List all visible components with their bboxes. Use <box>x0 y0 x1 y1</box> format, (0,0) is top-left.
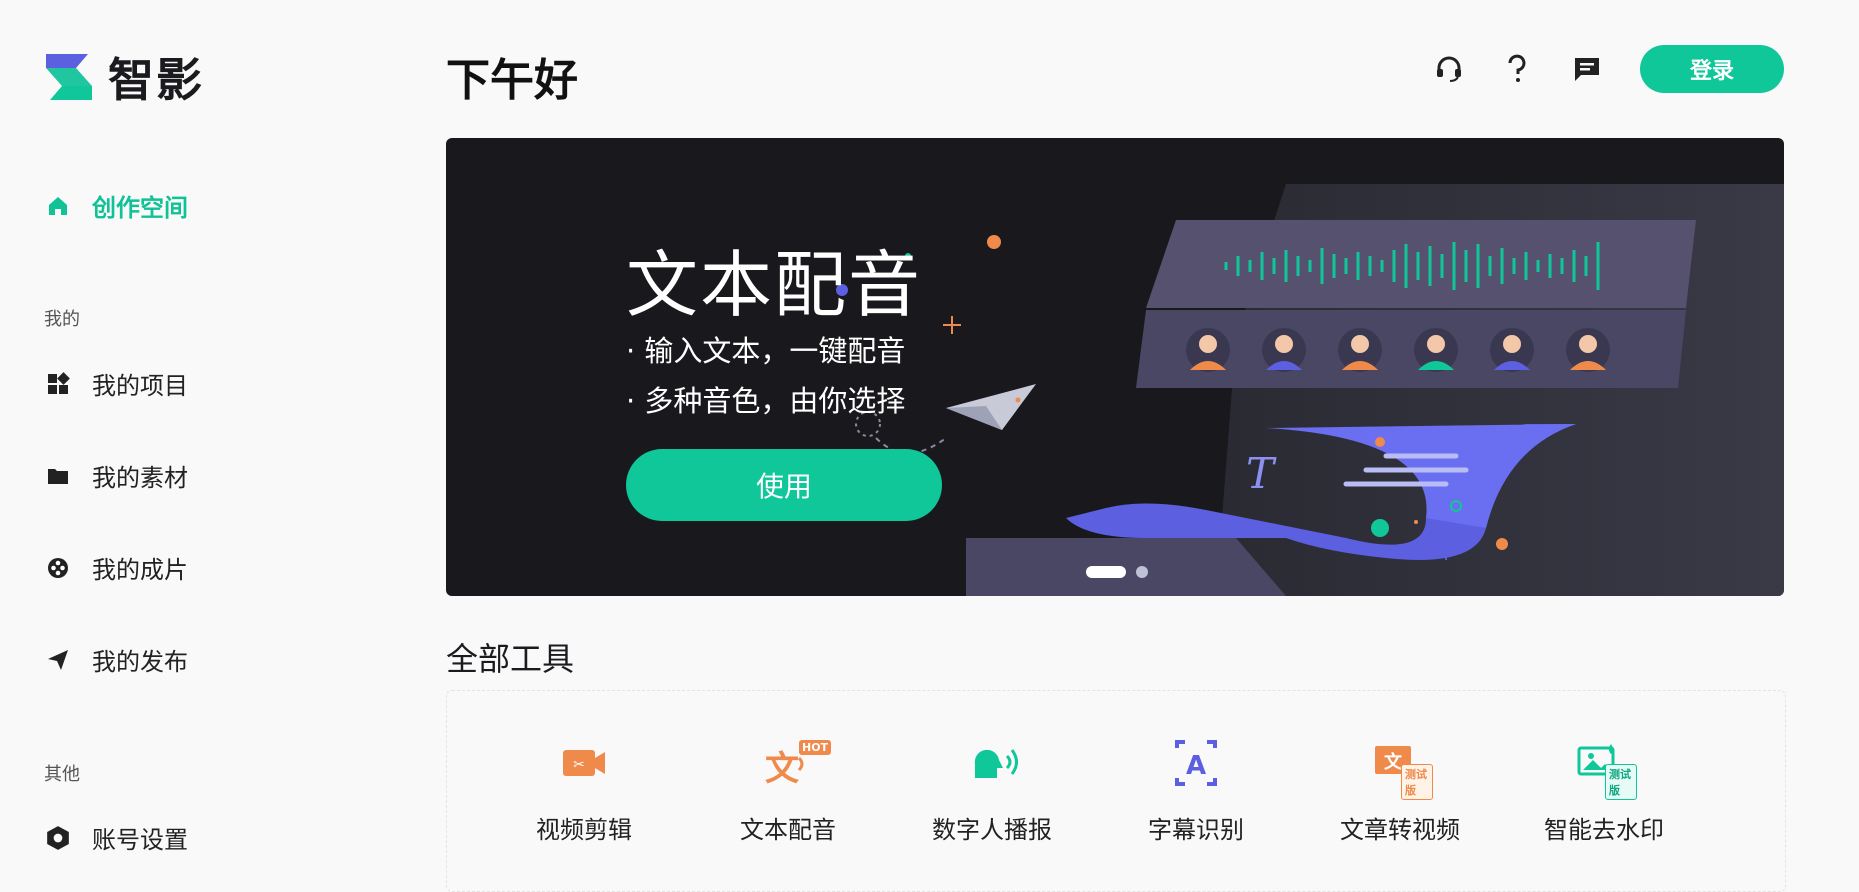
text-voice-icon: 文 HOT <box>755 738 832 790</box>
login-button[interactable]: 登录 <box>1640 45 1784 93</box>
headset-icon[interactable] <box>1432 52 1466 86</box>
sidebar-item-my-videos[interactable]: 我的成片 <box>44 550 188 585</box>
home-icon <box>44 192 72 220</box>
svg-text:A: A <box>1186 751 1206 781</box>
sidebar-item-label: 我的成片 <box>92 556 188 584</box>
tool-remove-watermark[interactable]: 测试版 智能去水印 <box>1504 738 1704 845</box>
tools-section-title: 全部工具 <box>446 640 575 678</box>
film-reel-icon <box>44 554 72 582</box>
sidebar-item-label: 我的项目 <box>92 372 188 400</box>
tool-video-edit[interactable]: ✂ 视频剪辑 <box>484 738 684 845</box>
help-icon[interactable] <box>1500 52 1534 86</box>
tool-label: 文章转视频 <box>1340 816 1460 844</box>
send-icon <box>44 646 72 674</box>
app-name: 智影 <box>108 53 204 107</box>
beta-badge: 测试版 <box>1401 764 1433 800</box>
tool-subtitle-recognize[interactable]: A 字幕识别 <box>1096 738 1296 845</box>
subtitle-recognize-icon: A <box>1163 738 1229 790</box>
promo-banner[interactable]: T 文本配音 · 输入文本，一键配音 · 多种音色，由你选择 使用 <box>446 138 1784 596</box>
digital-human-icon <box>959 738 1025 790</box>
sidebar: 智影 创作空间 我的 我的项目 我的素材 我的成片 我的发布 其他 账号设置 <box>0 0 420 855</box>
page-greeting: 下午好 <box>446 55 578 106</box>
carousel-dot-1[interactable] <box>1086 566 1126 578</box>
logo-mark-icon <box>46 54 92 100</box>
app-logo[interactable]: 智影 <box>44 44 204 110</box>
banner-use-button[interactable]: 使用 <box>626 449 942 521</box>
sidebar-item-label: 创作空间 <box>92 194 188 222</box>
folder-icon <box>44 462 72 490</box>
banner-feature-2: · 多种音色，由你选择 <box>626 384 906 418</box>
tool-article-to-video[interactable]: 文 测试版 文章转视频 <box>1300 738 1500 845</box>
banner-feature-1: · 输入文本，一键配音 <box>626 334 906 368</box>
section-title-mine: 我的 <box>44 309 80 330</box>
tool-label: 数字人播报 <box>932 816 1052 844</box>
tool-label: 文本配音 <box>740 816 836 844</box>
remove-watermark-icon: 测试版 <box>1571 738 1637 800</box>
svg-text:✂: ✂ <box>573 757 585 773</box>
section-title-other: 其他 <box>44 764 80 785</box>
banner-title: 文本配音 <box>626 243 923 327</box>
tool-text-voice[interactable]: 文 HOT 文本配音 <box>688 738 888 845</box>
beta-badge: 测试版 <box>1605 764 1637 800</box>
svg-text:文: 文 <box>765 749 799 789</box>
tool-label: 视频剪辑 <box>536 816 632 844</box>
hexagon-gear-icon <box>44 824 72 852</box>
sidebar-item-label: 我的发布 <box>92 648 188 676</box>
carousel-indicators <box>1086 566 1158 578</box>
grid-icon <box>44 370 72 398</box>
sidebar-item-account-settings[interactable]: 账号设置 <box>44 820 188 855</box>
article-to-video-icon: 文 测试版 <box>1367 738 1433 800</box>
sidebar-item-my-materials[interactable]: 我的素材 <box>44 458 188 493</box>
sidebar-item-label: 我的素材 <box>92 464 188 492</box>
sidebar-item-my-publish[interactable]: 我的发布 <box>44 642 188 677</box>
svg-text:T: T <box>1246 449 1277 498</box>
carousel-dot-2[interactable] <box>1136 566 1148 578</box>
sidebar-item-workspace[interactable]: 创作空间 <box>44 188 188 223</box>
tool-label: 智能去水印 <box>1544 816 1664 844</box>
video-edit-icon: ✂ <box>551 738 617 790</box>
sidebar-item-label: 账号设置 <box>92 826 188 854</box>
hot-badge: HOT <box>799 740 832 755</box>
message-icon[interactable] <box>1570 52 1604 86</box>
tool-digital-human[interactable]: 数字人播报 <box>892 738 1092 845</box>
tool-label: 字幕识别 <box>1148 816 1244 844</box>
sidebar-item-my-projects[interactable]: 我的项目 <box>44 366 188 401</box>
